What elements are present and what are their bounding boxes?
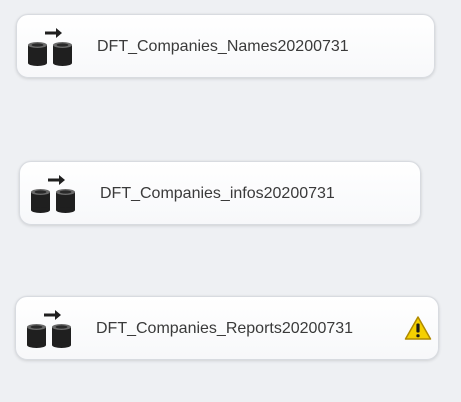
data-flow-task-companies-names[interactable]: DFT_Companies_Names20200731: [16, 14, 435, 78]
data-flow-task-companies-infos[interactable]: DFT_Companies_infos20200731: [19, 161, 421, 225]
data-flow-task-icon: [28, 28, 72, 66]
design-canvas[interactable]: DFT_Companies_Names20200731 DFT_Companie…: [0, 0, 461, 402]
warning-icon[interactable]: [404, 315, 432, 341]
task-label: DFT_Companies_infos20200731: [100, 185, 335, 202]
data-flow-task-companies-reports[interactable]: DFT_Companies_Reports20200731: [15, 296, 439, 360]
data-flow-task-icon: [31, 175, 75, 213]
data-flow-task-icon: [27, 310, 71, 348]
task-label: DFT_Companies_Reports20200731: [96, 320, 354, 337]
task-label: DFT_Companies_Names20200731: [97, 38, 349, 55]
